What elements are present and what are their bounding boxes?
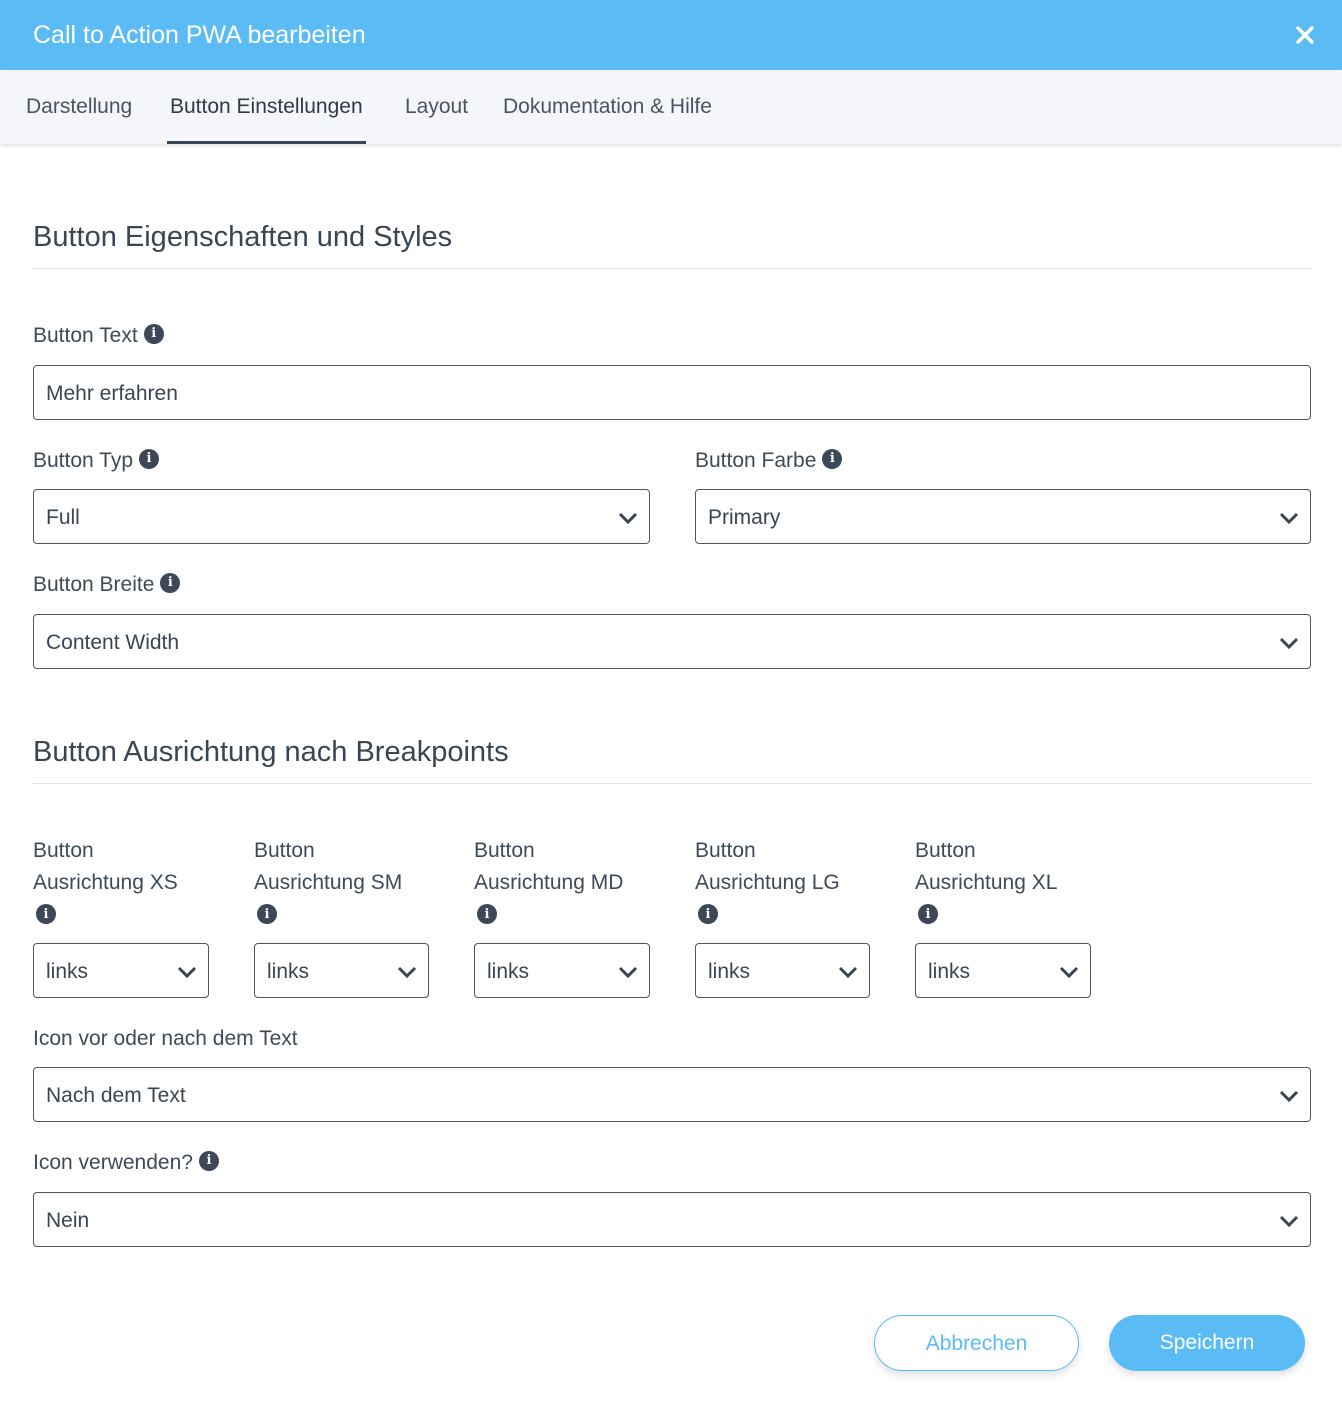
info-icon[interactable]: i	[143, 324, 164, 345]
chevron-down-icon	[177, 966, 197, 979]
active-tab-indicator	[167, 141, 366, 144]
chevron-down-icon	[1279, 1215, 1299, 1228]
label-line: Ausrichtung LG	[695, 871, 840, 894]
align-lg-select[interactable]: links	[695, 943, 870, 998]
icon-position-label: Icon vor oder nach dem Text	[33, 1023, 298, 1055]
label-text: Icon vor oder nach dem Text	[33, 1027, 298, 1050]
tab-darstellung[interactable]: Darstellung	[26, 70, 132, 144]
icon-position-select[interactable]: Nach dem Text	[33, 1067, 1311, 1122]
label-line: Button	[33, 839, 94, 862]
info-icon[interactable]: i	[36, 904, 56, 924]
tab-dokumentation-hilfe[interactable]: Dokumentation & Hilfe	[503, 70, 712, 144]
label-line: Ausrichtung MD	[474, 871, 624, 894]
align-md-label: Button Ausrichtung MD	[474, 835, 623, 899]
chevron-down-icon	[618, 512, 638, 525]
select-value: links	[46, 960, 89, 983]
button-typ-label: Button Typ i	[33, 445, 160, 477]
button-text-label: Button Text i	[33, 320, 164, 352]
tab-label: Button Einstellungen	[170, 95, 363, 118]
tab-button-einstellungen[interactable]: Button Einstellungen	[167, 70, 366, 144]
select-value: Full	[46, 506, 80, 529]
chevron-down-icon	[838, 966, 858, 979]
tab-label: Darstellung	[26, 95, 133, 118]
section-divider	[33, 783, 1311, 784]
chevron-down-icon	[1279, 1090, 1299, 1103]
button-breite-select[interactable]: Content Width	[33, 614, 1311, 669]
label-text: Button Breite	[33, 573, 155, 596]
tab-label: Dokumentation & Hilfe	[503, 95, 712, 118]
label-line: Button	[474, 839, 535, 862]
button-breite-label: Button Breite i	[33, 569, 181, 601]
select-value: links	[267, 960, 310, 983]
icon-use-label: Icon verwenden? i	[33, 1147, 219, 1179]
label-text: Button Typ	[33, 449, 134, 472]
label-line: Ausrichtung XS	[33, 871, 178, 894]
tab-layout[interactable]: Layout	[405, 70, 468, 144]
cancel-button[interactable]: Abbrechen	[874, 1315, 1079, 1371]
align-md-select[interactable]: links	[474, 943, 650, 998]
modal-title: Call to Action PWA bearbeiten	[33, 21, 366, 49]
section-title-properties: Button Eigenschaften und Styles	[33, 221, 453, 253]
button-farbe-label: Button Farbe i	[695, 445, 843, 477]
info-icon[interactable]: i	[198, 1151, 219, 1172]
button-text-input[interactable]: Mehr erfahren	[33, 365, 1311, 420]
label-text: Icon verwenden?	[33, 1151, 193, 1174]
button-farbe-select[interactable]: Primary	[695, 489, 1311, 544]
close-icon[interactable]	[1290, 20, 1320, 50]
chevron-down-icon	[1059, 966, 1079, 979]
align-xs-select[interactable]: links	[33, 943, 209, 998]
select-value: Nein	[46, 1209, 90, 1232]
label-line: Button	[695, 839, 756, 862]
label-line: Button	[915, 839, 976, 862]
label-line: Ausrichtung XL	[915, 871, 1058, 894]
input-value: Mehr erfahren	[46, 382, 178, 405]
select-value: links	[928, 960, 971, 983]
info-icon[interactable]: i	[822, 449, 843, 470]
info-icon[interactable]: i	[160, 573, 181, 594]
section-title-alignment: Button Ausrichtung nach Breakpoints	[33, 736, 509, 768]
chevron-down-icon	[397, 966, 417, 979]
label-line: Ausrichtung SM	[254, 871, 403, 894]
info-icon[interactable]: i	[477, 904, 497, 924]
save-button[interactable]: Speichern	[1109, 1315, 1305, 1371]
align-xl-select[interactable]: links	[915, 943, 1091, 998]
align-xl-label: Button Ausrichtung XL	[915, 835, 1057, 899]
select-value: links	[708, 960, 751, 983]
modal-header: Call to Action PWA bearbeiten	[0, 0, 1342, 70]
chevron-down-icon	[618, 966, 638, 979]
align-sm-select[interactable]: links	[254, 943, 429, 998]
icon-use-select[interactable]: Nein	[33, 1192, 1311, 1247]
button-typ-select[interactable]: Full	[33, 489, 650, 544]
label-text: Button Farbe	[695, 449, 817, 472]
label-text: Button Text	[33, 324, 138, 347]
select-value: Primary	[708, 506, 781, 529]
info-icon[interactable]: i	[698, 904, 718, 924]
chevron-down-icon	[1279, 512, 1299, 525]
info-icon[interactable]: i	[918, 904, 938, 924]
label-line: Button	[254, 839, 315, 862]
align-sm-label: Button Ausrichtung SM	[254, 835, 402, 899]
section-divider	[33, 268, 1311, 269]
select-value: Nach dem Text	[46, 1084, 186, 1107]
select-value: Content Width	[46, 631, 180, 654]
info-icon[interactable]: i	[257, 904, 277, 924]
select-value: links	[487, 960, 530, 983]
align-xs-label: Button Ausrichtung XS	[33, 835, 178, 899]
align-lg-label: Button Ausrichtung LG	[695, 835, 840, 899]
tab-label: Layout	[405, 95, 469, 118]
tab-bar: Darstellung Button Einstellungen Layout …	[0, 70, 1342, 144]
info-icon[interactable]: i	[139, 449, 160, 470]
chevron-down-icon	[1279, 637, 1299, 650]
